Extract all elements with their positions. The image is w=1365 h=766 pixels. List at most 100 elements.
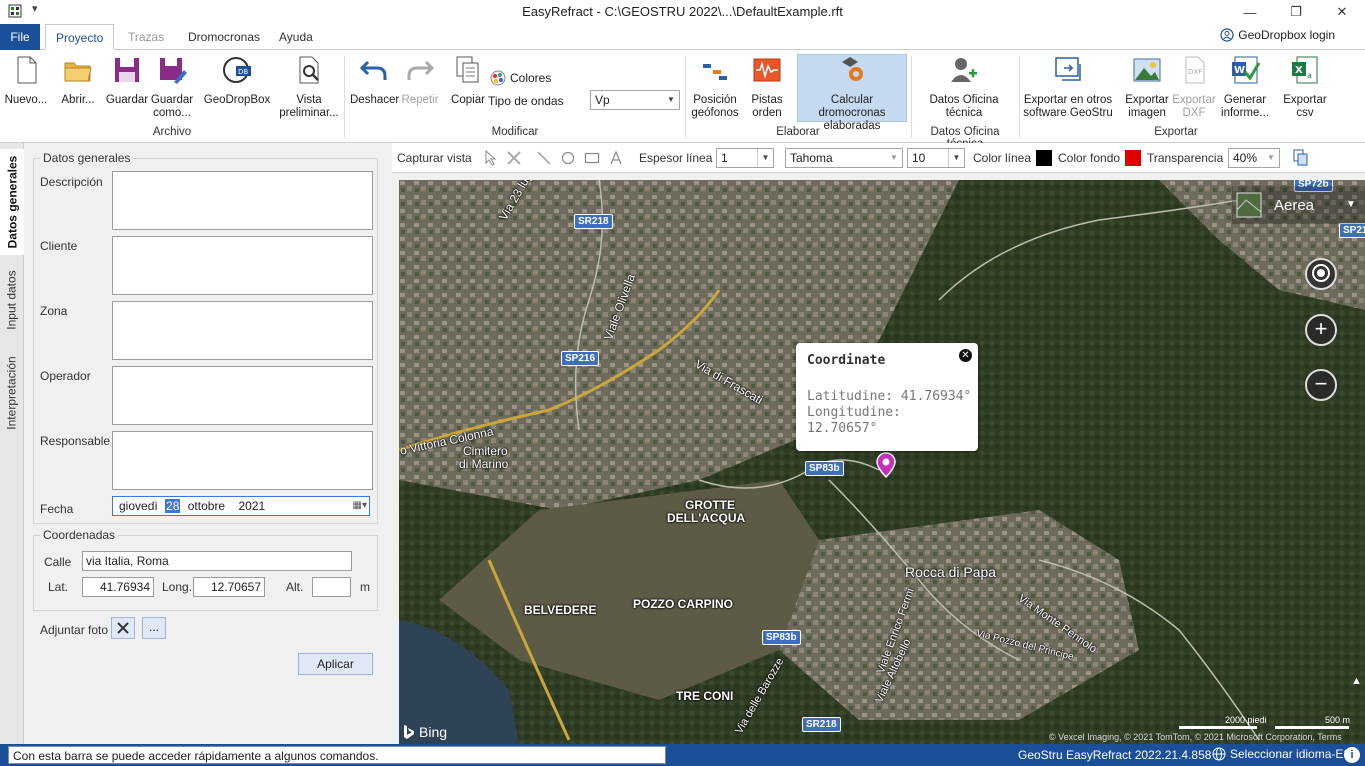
location-pin-icon[interactable] <box>876 452 896 478</box>
geodropbox-button[interactable]: DB GeoDropBox <box>203 54 271 107</box>
place-label: Cimitero <box>463 444 508 458</box>
svg-text:W: W <box>1234 65 1245 76</box>
calculate-dromochrones-button[interactable]: Calcular dromocronas elaboradas <box>797 54 907 133</box>
remove-photo-button[interactable] <box>111 617 135 639</box>
transparency-select[interactable]: 40% ▼ <box>1228 148 1280 168</box>
zoom-in-button[interactable]: + <box>1305 314 1337 346</box>
colors-button[interactable]: Colores <box>490 70 551 86</box>
calle-label: Calle <box>44 555 72 569</box>
ellipse-tool-icon[interactable] <box>560 150 576 166</box>
cliente-field[interactable] <box>112 236 373 295</box>
elaborar-group-label: Elaborar <box>776 126 820 138</box>
tab-trazas[interactable]: Trazas <box>118 24 174 50</box>
copy-map-icon[interactable] <box>1293 149 1309 167</box>
archivo-group-label: Archivo <box>152 126 192 138</box>
export-csv-button[interactable]: Xa Exportar csv <box>1282 54 1328 120</box>
road-shield: SP215 <box>1339 223 1365 238</box>
wave-type-select[interactable]: Vp ▼ <box>590 90 680 110</box>
apply-button[interactable]: Aplicar <box>298 653 373 675</box>
fecha-date-picker[interactable]: giovedì 28 ottobre 2021 ▦▾ <box>112 496 370 516</box>
title-bar: ▾ EasyRefract - C:\GEOSTRU 2022\...\Defa… <box>0 0 1365 24</box>
open-button[interactable]: Abrir... <box>58 54 98 107</box>
line-color-label: Color línea <box>973 151 1032 165</box>
long-input[interactable]: 12.70657 <box>193 577 265 597</box>
browse-photo-button[interactable]: ... <box>142 617 166 639</box>
word-report-icon: W <box>1232 56 1261 84</box>
redo-button[interactable]: Repetir <box>400 54 440 107</box>
info-icon[interactable]: i <box>1344 747 1360 763</box>
background-color-swatch[interactable] <box>1125 150 1141 166</box>
export-geostru-button[interactable]: Exportar en otros software GeoStru <box>1022 54 1114 120</box>
scale-bar-feet <box>1179 726 1257 729</box>
chevron-down-icon: ▼ <box>948 149 964 167</box>
export-dxf-button[interactable]: DXF Exportar DXF <box>1172 54 1216 120</box>
expand-up-icon[interactable]: ▲ <box>1351 675 1362 687</box>
pointer-icon[interactable] <box>484 150 498 166</box>
save-as-button[interactable]: Guardar como... <box>150 54 194 120</box>
alt-input[interactable] <box>312 577 351 597</box>
tab-dromocronas[interactable]: Dromocronas <box>178 24 270 50</box>
new-button[interactable]: Nuevo... <box>4 54 48 107</box>
undo-button[interactable]: Deshacer <box>350 54 399 107</box>
capture-view-button[interactable]: Capturar vista <box>397 151 472 165</box>
rectangle-tool-icon[interactable] <box>584 150 600 166</box>
place-label: Rocca di Papa <box>905 564 997 580</box>
line-tool-icon[interactable] <box>536 150 552 166</box>
map-view[interactable]: Via 23 luglio Viale Olivella Via di Fras… <box>399 180 1365 744</box>
tab-interpretacion[interactable]: Interpretación <box>0 348 24 438</box>
coordenadas-group: Coordenadas <box>33 528 378 611</box>
minimize-button[interactable]: — <box>1227 0 1273 24</box>
font-size-select[interactable]: 10 ▼ <box>907 148 965 168</box>
road-shield: SP216 <box>561 351 600 366</box>
font-family-select[interactable]: Tahoma ▼ <box>785 148 903 168</box>
technical-office-button[interactable]: Datos Oficina técnica <box>924 54 1004 120</box>
text-tool-icon[interactable] <box>608 150 624 166</box>
delete-shape-icon[interactable] <box>506 150 522 166</box>
calculate-gear-icon <box>842 57 863 81</box>
print-preview-button[interactable]: Vista preliminar... <box>278 54 340 120</box>
line-thickness-select[interactable]: 1 ▼ <box>716 148 774 168</box>
calle-input[interactable]: via Italia, Roma <box>82 551 352 571</box>
svg-text:DB: DB <box>238 68 248 76</box>
geodropbox-login-button[interactable]: GeoDropbox login <box>1220 28 1335 42</box>
map-style-selector[interactable]: Aerea ▼ <box>1232 186 1365 224</box>
tab-ayuda[interactable]: Ayuda <box>269 24 323 50</box>
image-icon <box>1133 58 1161 82</box>
tab-datos-generales[interactable]: Datos generales <box>0 149 24 255</box>
fecha-year[interactable]: 2021 <box>238 499 265 513</box>
modificar-group-label: Modificar <box>491 126 539 138</box>
copy-button[interactable]: Copiar <box>450 54 486 107</box>
maximize-button[interactable]: ❐ <box>1273 0 1319 24</box>
zoom-out-button[interactable]: − <box>1305 369 1337 401</box>
tab-input-datos[interactable]: Input datos <box>0 263 24 337</box>
fecha-month[interactable]: ottobre <box>188 499 225 513</box>
operador-label: Operador <box>40 369 91 383</box>
locate-me-button[interactable] <box>1305 258 1337 290</box>
chevron-down-icon: ▼ <box>757 149 773 167</box>
close-button[interactable]: ✕ <box>1319 0 1365 24</box>
calendar-dropdown-icon[interactable]: ▦▾ <box>353 497 367 515</box>
select-language-button[interactable]: Seleccionar idioma-ES <box>1212 747 1351 761</box>
chevron-down-icon: ▼ <box>1346 199 1356 210</box>
geophone-position-icon <box>703 64 727 80</box>
road-shield: SR218 <box>574 214 613 229</box>
geophone-position-button[interactable]: Posición geófonos <box>690 54 740 120</box>
tab-proyecto[interactable]: Proyecto <box>45 24 115 50</box>
generate-report-button[interactable]: W Generar informe... <box>1218 54 1272 120</box>
zona-field[interactable] <box>112 301 373 360</box>
user-icon <box>1220 28 1234 42</box>
line-color-swatch[interactable] <box>1036 150 1052 166</box>
popup-close-icon[interactable]: ✕ <box>959 349 972 362</box>
traces-order-button[interactable]: Pistas orden <box>747 54 787 120</box>
fecha-day[interactable]: 28 <box>165 499 181 513</box>
tab-file[interactable]: File <box>0 24 40 50</box>
dxf-icon: DXF <box>1185 56 1205 84</box>
line-thickness-label: Espesor línea <box>639 151 713 165</box>
save-button[interactable]: Guardar <box>105 54 149 107</box>
operador-field[interactable] <box>112 366 373 425</box>
responsable-field[interactable] <box>112 431 373 490</box>
lat-input[interactable]: 41.76934 <box>82 577 154 597</box>
export-image-button[interactable]: Exportar imagen <box>1124 54 1170 120</box>
descripcion-field[interactable] <box>112 171 373 230</box>
undo-icon <box>359 60 387 80</box>
